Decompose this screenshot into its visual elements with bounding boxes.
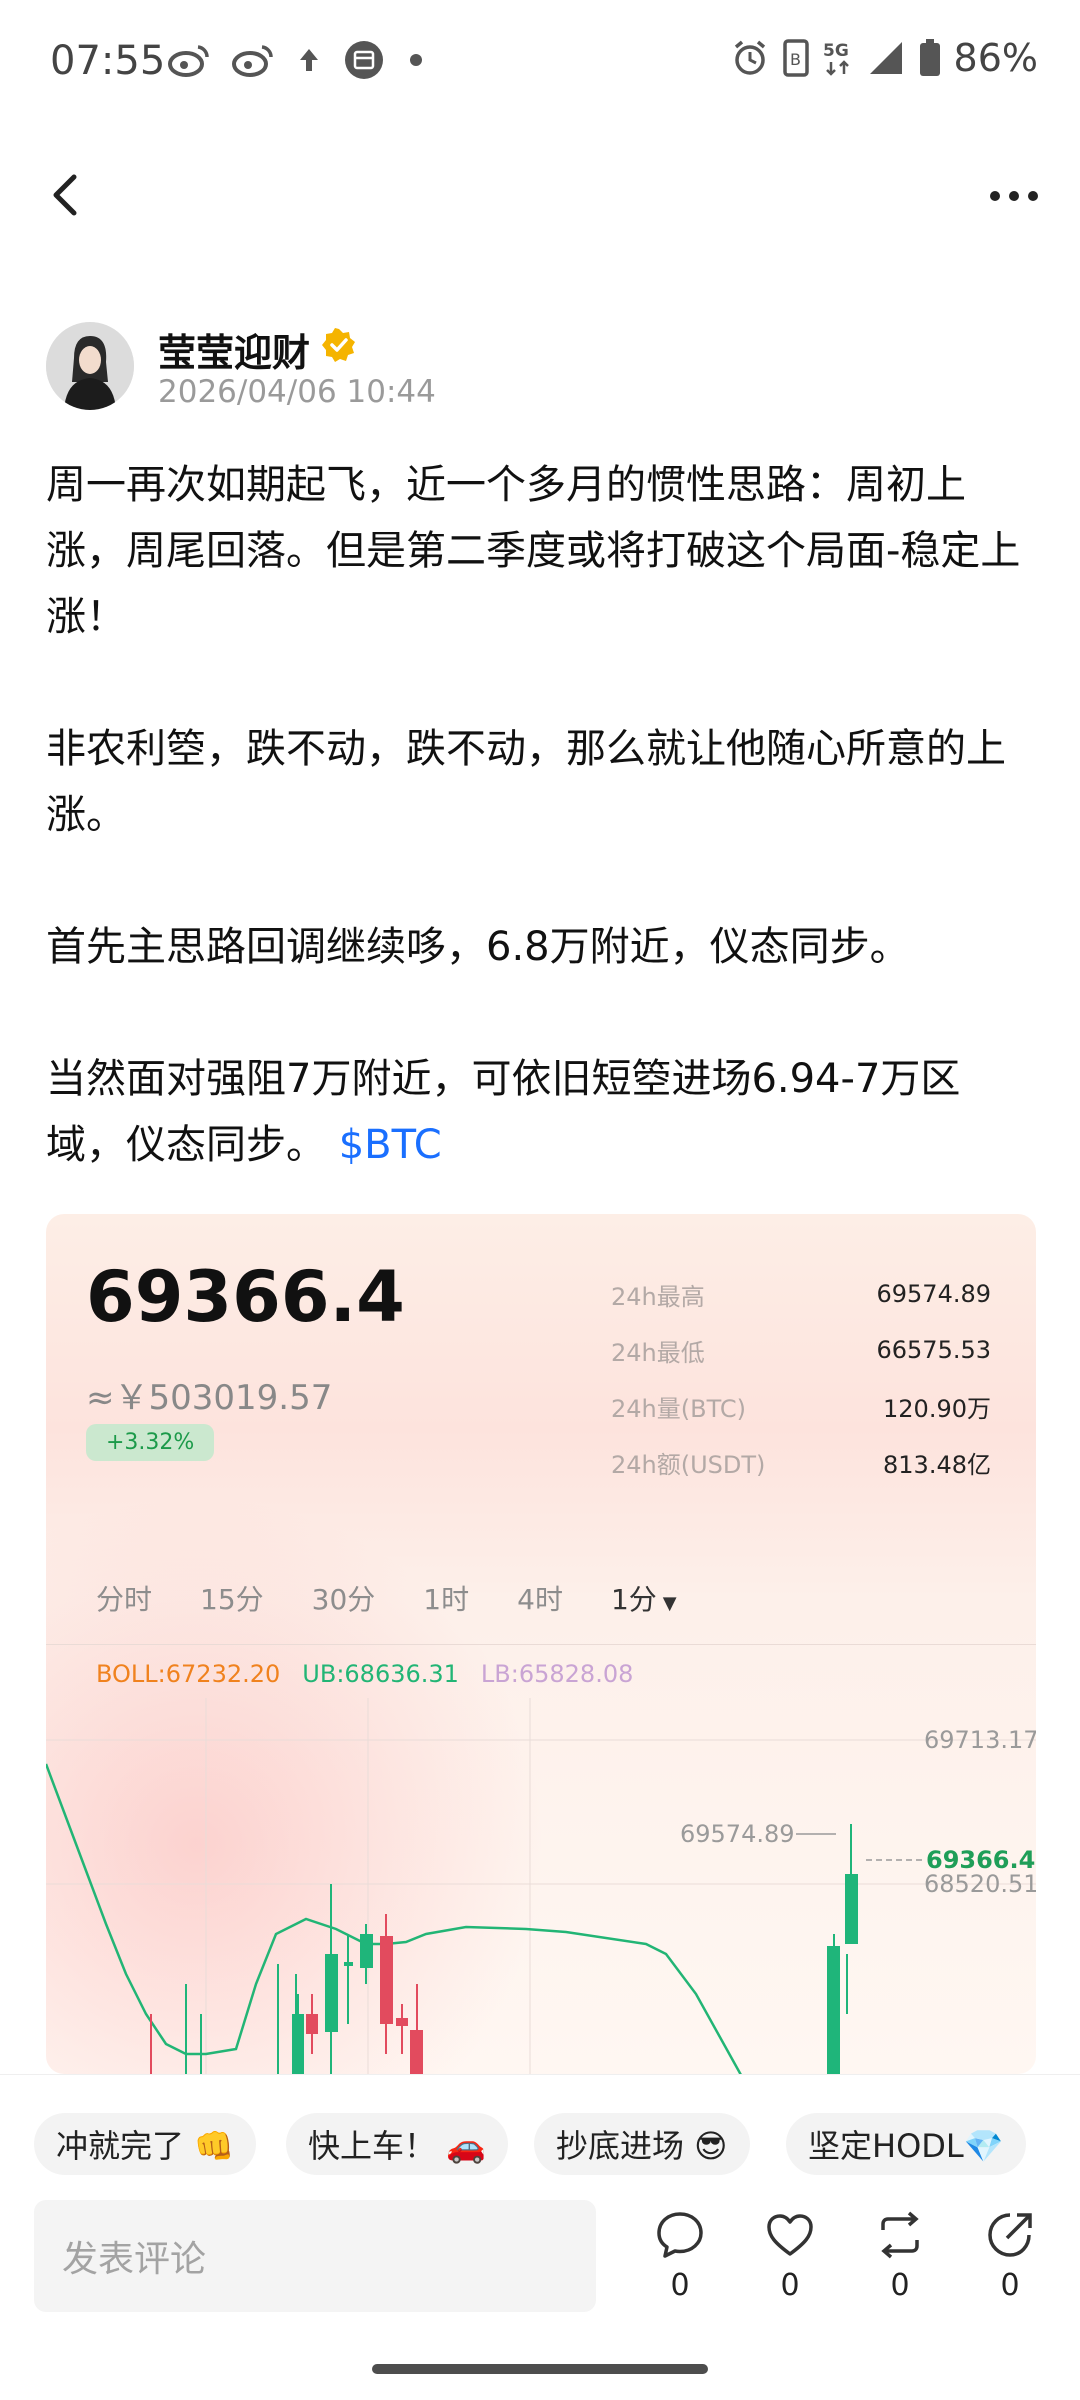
post-paragraph: 首先主思路回调继续哆，6.8万附近，仪态同步。 <box>46 924 910 970</box>
high-marker-label: 69574.89 <box>680 1820 795 1848</box>
tab-interval-15m[interactable]: 15分 <box>200 1578 264 1618</box>
y-axis-label: 69713.17 <box>924 1726 1036 1754</box>
sim-icon: B <box>782 39 809 77</box>
quick-reply-bar: 冲就完了 👊 快上车！ 🚗 抄底进场 😎 坚定HODL💎 <box>0 2074 1080 2184</box>
interval-tabs: 分时 15分 30分 1时 4时 1分 ▼ <box>96 1578 725 1618</box>
signal-icon <box>869 42 902 74</box>
post-paragraph: 非农利箜，跌不动，跌不动，那么就让他随心所意的上涨。 <box>46 726 1006 838</box>
stat-value: 120.90万 <box>883 1394 991 1423</box>
repost-button[interactable]: 0 <box>865 2210 935 2303</box>
post-time: 2026/04/06 10:44 <box>158 374 436 410</box>
heart-icon <box>767 2214 813 2256</box>
divider <box>46 1644 1036 1645</box>
tab-interval-timeshare[interactable]: 分时 <box>96 1578 152 1618</box>
like-count: 0 <box>780 2268 800 2303</box>
stat-label: 24h最高 <box>611 1282 705 1311</box>
post-paragraph-text: 当然面对强阻7万附近，可依旧短箜进场6.94-7万区域，仪态同步。 <box>46 1056 961 1168</box>
comment-count: 0 <box>670 2268 690 2303</box>
notification-icons <box>168 40 426 80</box>
avatar[interactable] <box>46 322 134 410</box>
more-dots-icon <box>990 191 1038 201</box>
chevron-left-icon <box>53 174 77 216</box>
alarm-icon <box>734 40 765 75</box>
cashtag-link[interactable]: $BTC <box>339 1122 442 1168</box>
stat-label: 24h额(USDT) <box>611 1450 766 1479</box>
stat-value: 69574.89 <box>876 1280 991 1308</box>
caret-down-icon: ▼ <box>662 1593 677 1614</box>
quick-reply-chip[interactable]: 坚定HODL💎 <box>786 2113 1026 2175</box>
5g-icon: 5G <box>823 41 849 76</box>
stat-value: 813.48亿 <box>883 1450 991 1479</box>
stat-row: 24h额(USDT) 813.48亿 <box>611 1434 991 1490</box>
quick-reply-chip[interactable]: 抄底进场 😎 <box>534 2113 750 2175</box>
tab-interval-1h[interactable]: 1时 <box>423 1578 469 1618</box>
stat-row: 24h量(BTC) 120.90万 <box>611 1378 991 1434</box>
y-axis-label: 68520.51 <box>924 1870 1036 1898</box>
tab-interval-30m[interactable]: 30分 <box>312 1578 376 1618</box>
tab-interval-1m[interactable]: 1分 ▼ <box>611 1578 677 1618</box>
last-price: 69366.4 <box>86 1256 405 1338</box>
share-button[interactable]: 0 <box>975 2210 1045 2303</box>
more-button[interactable] <box>984 176 1044 216</box>
stat-label: 24h量(BTC) <box>611 1394 746 1423</box>
stat-label: 24h最低 <box>611 1338 705 1367</box>
change-badge: +3.32% <box>86 1424 215 1461</box>
weibo-icon <box>168 45 209 77</box>
market-card[interactable]: 69366.4 ≈￥503019.57 +3.32% 24h最高 69574.89… <box>46 1214 1036 2074</box>
stat-value: 66575.53 <box>876 1336 991 1364</box>
top-nav <box>0 150 1080 240</box>
home-indicator[interactable] <box>372 2364 708 2374</box>
candles <box>150 1824 858 2074</box>
stat-row: 24h最高 69574.89 <box>611 1266 991 1322</box>
system-icons: B 5G 86% <box>730 36 1038 80</box>
author-name[interactable]: 莹莹迎财 <box>158 322 310 377</box>
like-button[interactable]: 0 <box>755 2210 825 2303</box>
tab-interval-4h[interactable]: 4时 <box>517 1578 563 1618</box>
svg-text:5G: 5G <box>823 41 849 61</box>
comment-input[interactable]: 发表评论 <box>34 2200 596 2312</box>
svg-text:B: B <box>790 50 801 69</box>
price-cny: ≈￥503019.57 <box>86 1378 333 1418</box>
post-paragraph: 当然面对强阻7万附近，可依旧短箜进场6.94-7万区域，仪态同步。 $BTC <box>46 1046 1036 1178</box>
calendar-icon <box>345 41 383 79</box>
chart-grid <box>46 1698 1036 2074</box>
candlestick-chart: 69574.89 69366.40 69713.17 68520.51 <box>46 1698 1036 2074</box>
tab-interval-1m-label: 1分 <box>610 1583 657 1616</box>
avatar-image <box>46 322 134 410</box>
stat-row: 24h最低 66575.53 <box>611 1322 991 1378</box>
weibo-icon <box>232 45 273 77</box>
repost-count: 0 <box>890 2268 910 2303</box>
battery-icon <box>919 39 940 76</box>
comment-bubble-icon <box>657 2212 703 2258</box>
verified-badge-icon <box>322 328 355 362</box>
status-time: 07:55 <box>50 38 166 84</box>
share-count: 0 <box>1000 2268 1020 2303</box>
post-paragraph: 周一再次如期起飞，近一个多月的惯性思路：周初上涨，周尾回落。但是第二季度或将打破… <box>46 462 1021 640</box>
post-body: 周一再次如期起飞，近一个多月的惯性思路：周初上涨，周尾回落。但是第二季度或将打破… <box>46 452 1036 1178</box>
quick-reply-chip[interactable]: 冲就完了 👊 <box>34 2113 257 2175</box>
quick-reply-chip[interactable]: 快上车！ 🚗 <box>286 2113 509 2175</box>
share-icon <box>988 2213 1032 2257</box>
upload-arrow-icon <box>300 49 318 71</box>
repost-icon <box>881 2211 919 2259</box>
dot-icon <box>410 54 422 66</box>
back-button[interactable] <box>40 170 90 220</box>
status-bar: 07:55 B 5G 86% <box>0 0 1080 128</box>
comment-button[interactable]: 0 <box>645 2210 715 2303</box>
battery-percent: 86% <box>953 36 1038 80</box>
stats-panel: 24h最高 69574.89 24h最低 66575.53 24h量(BTC) 120… <box>611 1266 991 1490</box>
